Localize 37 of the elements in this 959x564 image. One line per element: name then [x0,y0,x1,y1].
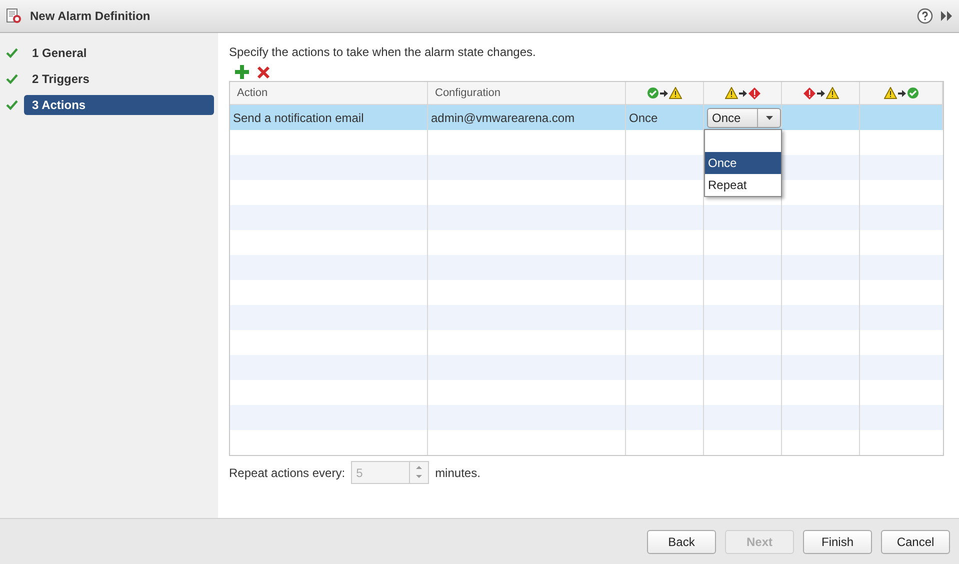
arrow-icon [738,90,746,96]
alert-icon [802,86,816,100]
frequency-dropdown[interactable]: Once [707,108,781,128]
arrow-icon [816,90,824,96]
arrow-icon [898,90,906,96]
expand-icon[interactable] [941,11,953,21]
wizard-step[interactable]: 3 Actions [24,95,214,115]
table-cell: Once [629,110,658,124]
table-cell: Send a notification email [233,110,364,124]
caret-icon [766,116,772,120]
arrow-icon [660,90,668,96]
unit-label: minutes. [435,466,480,480]
ok-icon [647,87,659,99]
column-header: Action [230,82,428,105]
repeat-label: Repeat actions every: [229,466,346,480]
wizard-button[interactable]: Finish [803,530,872,554]
add-icon[interactable] [235,65,249,79]
ok-icon [906,87,918,99]
dropdown-option[interactable]: Repeat [705,174,781,196]
instruction-text: Specify the actions to take when the alarm state changes. [229,45,537,59]
wizard-step[interactable]: 2 Triggers [24,69,214,89]
table-row[interactable]: Send a notification email [230,105,428,130]
wizard-button[interactable]: Cancel [881,530,950,554]
wizard-step[interactable]: 1 General [24,43,214,63]
help-icon[interactable] [917,8,933,24]
dropdown-option[interactable]: Once [705,152,781,174]
column-header: Configuration [428,82,626,105]
warning-icon [724,87,738,99]
warning-icon [669,87,682,99]
delete-icon[interactable] [257,66,270,78]
alert-icon [748,86,760,100]
window-title: New Alarm Definition [30,9,152,23]
table-cell: admin@vmwarearena.com [431,110,575,124]
wizard-button[interactable]: Back [647,530,716,554]
warning-icon [826,87,838,99]
warning-icon [884,87,896,99]
alarm-icon [6,8,22,24]
